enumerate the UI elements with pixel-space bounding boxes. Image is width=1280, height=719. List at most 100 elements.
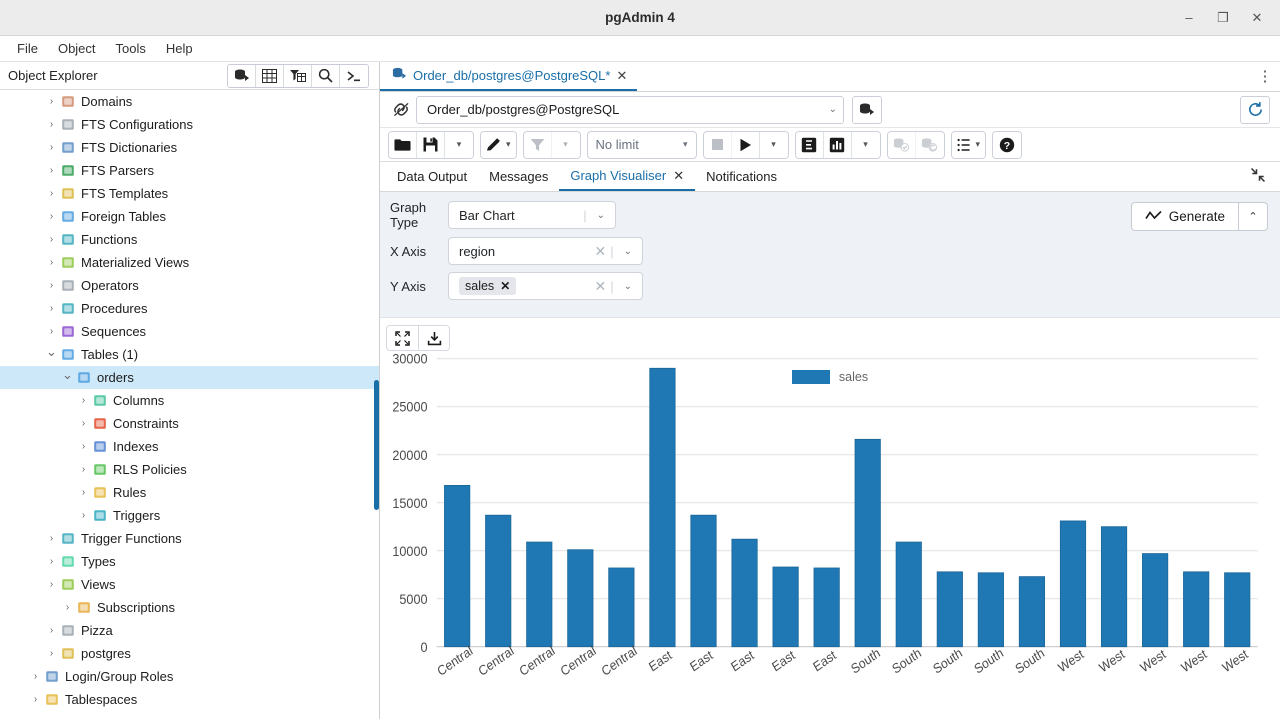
tree-item-trigger-functions[interactable]: › Trigger Functions <box>0 527 379 550</box>
tree-item-indexes[interactable]: › Indexes <box>0 435 379 458</box>
pencil-icon[interactable]: ▾ <box>481 131 516 158</box>
chevron-right-icon[interactable]: › <box>44 533 59 544</box>
menu-file[interactable]: File <box>8 38 47 59</box>
bar[interactable] <box>444 485 471 648</box>
tree-item-views[interactable]: › Views <box>0 573 379 596</box>
chevron-right-icon[interactable]: › <box>28 694 43 705</box>
query-tab-close-icon[interactable]: ✕ <box>616 68 627 84</box>
chevron-right-icon[interactable]: › <box>44 326 59 337</box>
bar[interactable] <box>485 514 512 648</box>
menu-object[interactable]: Object <box>49 38 105 59</box>
tree-item-materialized-views[interactable]: › Materialized Views <box>0 251 379 274</box>
tab-data-output[interactable]: Data Output <box>386 162 478 191</box>
tree-item-constraints[interactable]: › Constraints <box>0 412 379 435</box>
tab-graph-visualiser-close-icon[interactable]: ✕ <box>673 168 684 184</box>
bar[interactable] <box>567 549 594 648</box>
bar[interactable] <box>854 438 881 648</box>
tree-item-foreign-tables[interactable]: › Foreign Tables <box>0 205 379 228</box>
filter-dropdown[interactable]: ▾ <box>551 131 580 158</box>
bar[interactable] <box>731 538 758 648</box>
bar-chart[interactable]: 050001000015000200002500030000Central Cen… <box>380 318 1280 719</box>
bar[interactable] <box>1100 526 1128 648</box>
chevron-right-icon[interactable]: › <box>28 671 43 682</box>
execute-dropdown[interactable]: ▾ <box>759 131 788 158</box>
y-axis-chip-close-icon[interactable]: ✕ <box>500 279 510 293</box>
bar[interactable] <box>1224 572 1251 648</box>
tree-scrollbar[interactable] <box>374 380 379 510</box>
bar[interactable] <box>895 541 922 648</box>
query-tab[interactable]: Order_db/postgres@PostgreSQL* ✕ <box>380 62 638 91</box>
explain-dropdown[interactable]: ▾ <box>851 131 880 158</box>
tree-item-functions[interactable]: › Functions <box>0 228 379 251</box>
tree-item-orders[interactable]: ⌄ orders <box>0 366 379 389</box>
maximize-button[interactable]: ❐ <box>1206 4 1240 32</box>
menu-help[interactable]: Help <box>157 38 202 59</box>
connection-select[interactable]: Order_db/postgres@PostgreSQL ⌄ <box>416 95 844 124</box>
chevron-right-icon[interactable]: › <box>76 464 91 475</box>
tree-item-sequences[interactable]: › Sequences <box>0 320 379 343</box>
explain-analyze-icon[interactable] <box>823 131 852 158</box>
bar[interactable] <box>936 571 963 648</box>
bar[interactable] <box>772 566 799 648</box>
bar[interactable] <box>1142 553 1169 648</box>
x-axis-clear-icon[interactable]: ✕ <box>588 243 606 260</box>
chevron-right-icon[interactable]: › <box>44 625 59 636</box>
tree-item-subscriptions[interactable]: › Subscriptions <box>0 596 379 619</box>
chevron-right-icon[interactable]: › <box>76 418 91 429</box>
add-server-icon[interactable] <box>228 64 256 87</box>
row-limit-select[interactable]: No limit ▾ <box>588 132 696 158</box>
tree-item-fts-dictionaries[interactable]: › FTS Dictionaries <box>0 136 379 159</box>
chevron-down-icon[interactable]: ⌄ <box>60 367 75 383</box>
filter-icon[interactable] <box>523 131 552 158</box>
chevron-right-icon[interactable]: › <box>76 487 91 498</box>
search-icon[interactable] <box>312 64 340 87</box>
tree-item-domains[interactable]: › Domains <box>0 90 379 113</box>
commit-icon[interactable] <box>887 131 916 158</box>
tab-messages[interactable]: Messages <box>478 162 559 191</box>
grid-icon[interactable] <box>256 64 284 87</box>
chevron-down-icon[interactable]: ⌄ <box>44 344 59 360</box>
generate-button[interactable]: Generate <box>1130 202 1238 231</box>
bar[interactable] <box>977 572 1004 648</box>
chevron-right-icon[interactable]: › <box>44 303 59 314</box>
minimize-button[interactable]: – <box>1172 4 1206 32</box>
bar[interactable] <box>1059 520 1087 648</box>
stop-icon[interactable] <box>703 131 732 158</box>
chevron-right-icon[interactable]: › <box>44 142 59 153</box>
tree-item-types[interactable]: › Types <box>0 550 379 573</box>
bar[interactable] <box>1018 576 1046 648</box>
reset-icon[interactable] <box>1240 95 1270 124</box>
terminal-icon[interactable] <box>340 64 368 87</box>
chevron-up-icon[interactable]: ⌃ <box>1238 202 1268 231</box>
tree-item-tables-1[interactable]: ⌄ Tables (1) <box>0 343 379 366</box>
bar[interactable] <box>608 567 635 648</box>
tree-item-login-group-roles[interactable]: › Login/Group Roles <box>0 665 379 688</box>
y-axis-clear-icon[interactable]: ✕ <box>588 278 606 295</box>
chevron-right-icon[interactable]: › <box>44 648 59 659</box>
chevron-right-icon[interactable]: › <box>76 510 91 521</box>
database-server-icon[interactable] <box>852 95 882 124</box>
chevron-right-icon[interactable]: › <box>44 211 59 222</box>
rollback-icon[interactable] <box>915 131 944 158</box>
close-button[interactable]: ✕ <box>1240 4 1274 32</box>
chevron-right-icon[interactable]: › <box>44 119 59 130</box>
chevron-right-icon[interactable]: › <box>44 579 59 590</box>
tree-item-columns[interactable]: › Columns <box>0 389 379 412</box>
save-icon[interactable] <box>417 131 445 158</box>
tree-item-procedures[interactable]: › Procedures <box>0 297 379 320</box>
bar[interactable] <box>526 541 553 648</box>
bar[interactable] <box>649 367 676 648</box>
y-axis-select[interactable]: sales ✕ ✕ | ⌄ <box>448 272 643 300</box>
menu-tools[interactable]: Tools <box>107 38 155 59</box>
graph-type-select[interactable]: Bar Chart | ⌄ <box>448 201 616 229</box>
tree-item-operators[interactable]: › Operators <box>0 274 379 297</box>
tree-item-tablespaces[interactable]: › Tablespaces <box>0 688 379 711</box>
play-icon[interactable] <box>731 131 760 158</box>
x-axis-select[interactable]: region ✕ | ⌄ <box>448 237 643 265</box>
chevron-right-icon[interactable]: › <box>44 165 59 176</box>
tree-item-fts-templates[interactable]: › FTS Templates <box>0 182 379 205</box>
folder-icon[interactable] <box>389 131 417 158</box>
list-icon[interactable]: ▾ <box>951 131 986 158</box>
help-icon[interactable]: ? <box>993 131 1022 158</box>
tree-item-rules[interactable]: › Rules <box>0 481 379 504</box>
